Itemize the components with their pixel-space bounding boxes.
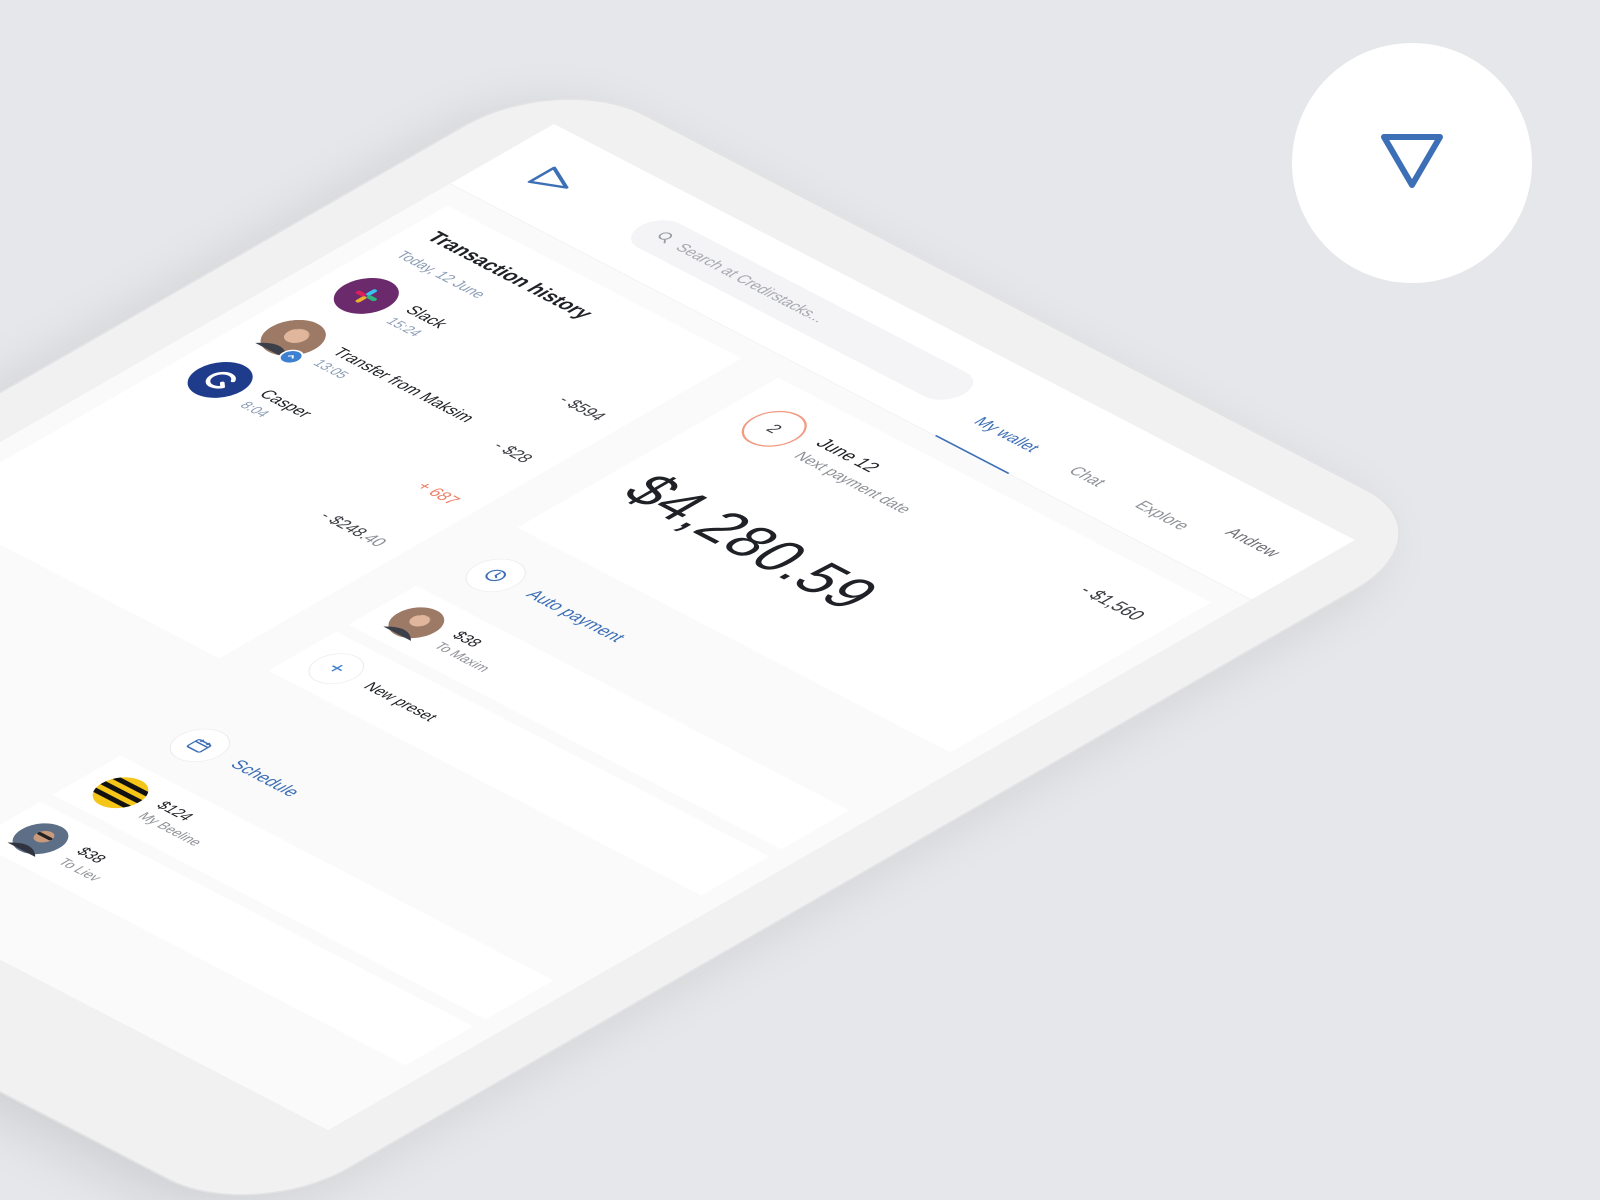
clock-icon bbox=[453, 552, 539, 599]
brand-badge bbox=[1292, 43, 1532, 283]
brand-logo-icon bbox=[1376, 129, 1448, 198]
schedule-label: Schedule bbox=[225, 757, 305, 800]
beeline-logo-icon bbox=[81, 771, 160, 815]
transaction-amount: - $594 bbox=[554, 392, 612, 424]
transaction-amount: - $248.40 bbox=[315, 509, 392, 550]
app-screen: My wallet Chat Explore Andrew Transactio… bbox=[0, 124, 1355, 1130]
new-preset-label: New preset bbox=[359, 679, 442, 724]
avatar bbox=[1, 817, 80, 860]
calendar-icon bbox=[157, 722, 243, 769]
app-logo-icon[interactable] bbox=[517, 163, 587, 201]
tablet-device: My wallet Chat Explore Andrew Transactio… bbox=[0, 70, 1454, 1200]
avatar bbox=[377, 601, 456, 644]
days-left-badge: 2 bbox=[728, 403, 821, 454]
plus-icon: + bbox=[296, 647, 376, 691]
user-name[interactable]: Andrew bbox=[1220, 525, 1285, 560]
search-icon bbox=[648, 230, 679, 247]
auto-payment-label: Auto payment bbox=[520, 587, 630, 645]
